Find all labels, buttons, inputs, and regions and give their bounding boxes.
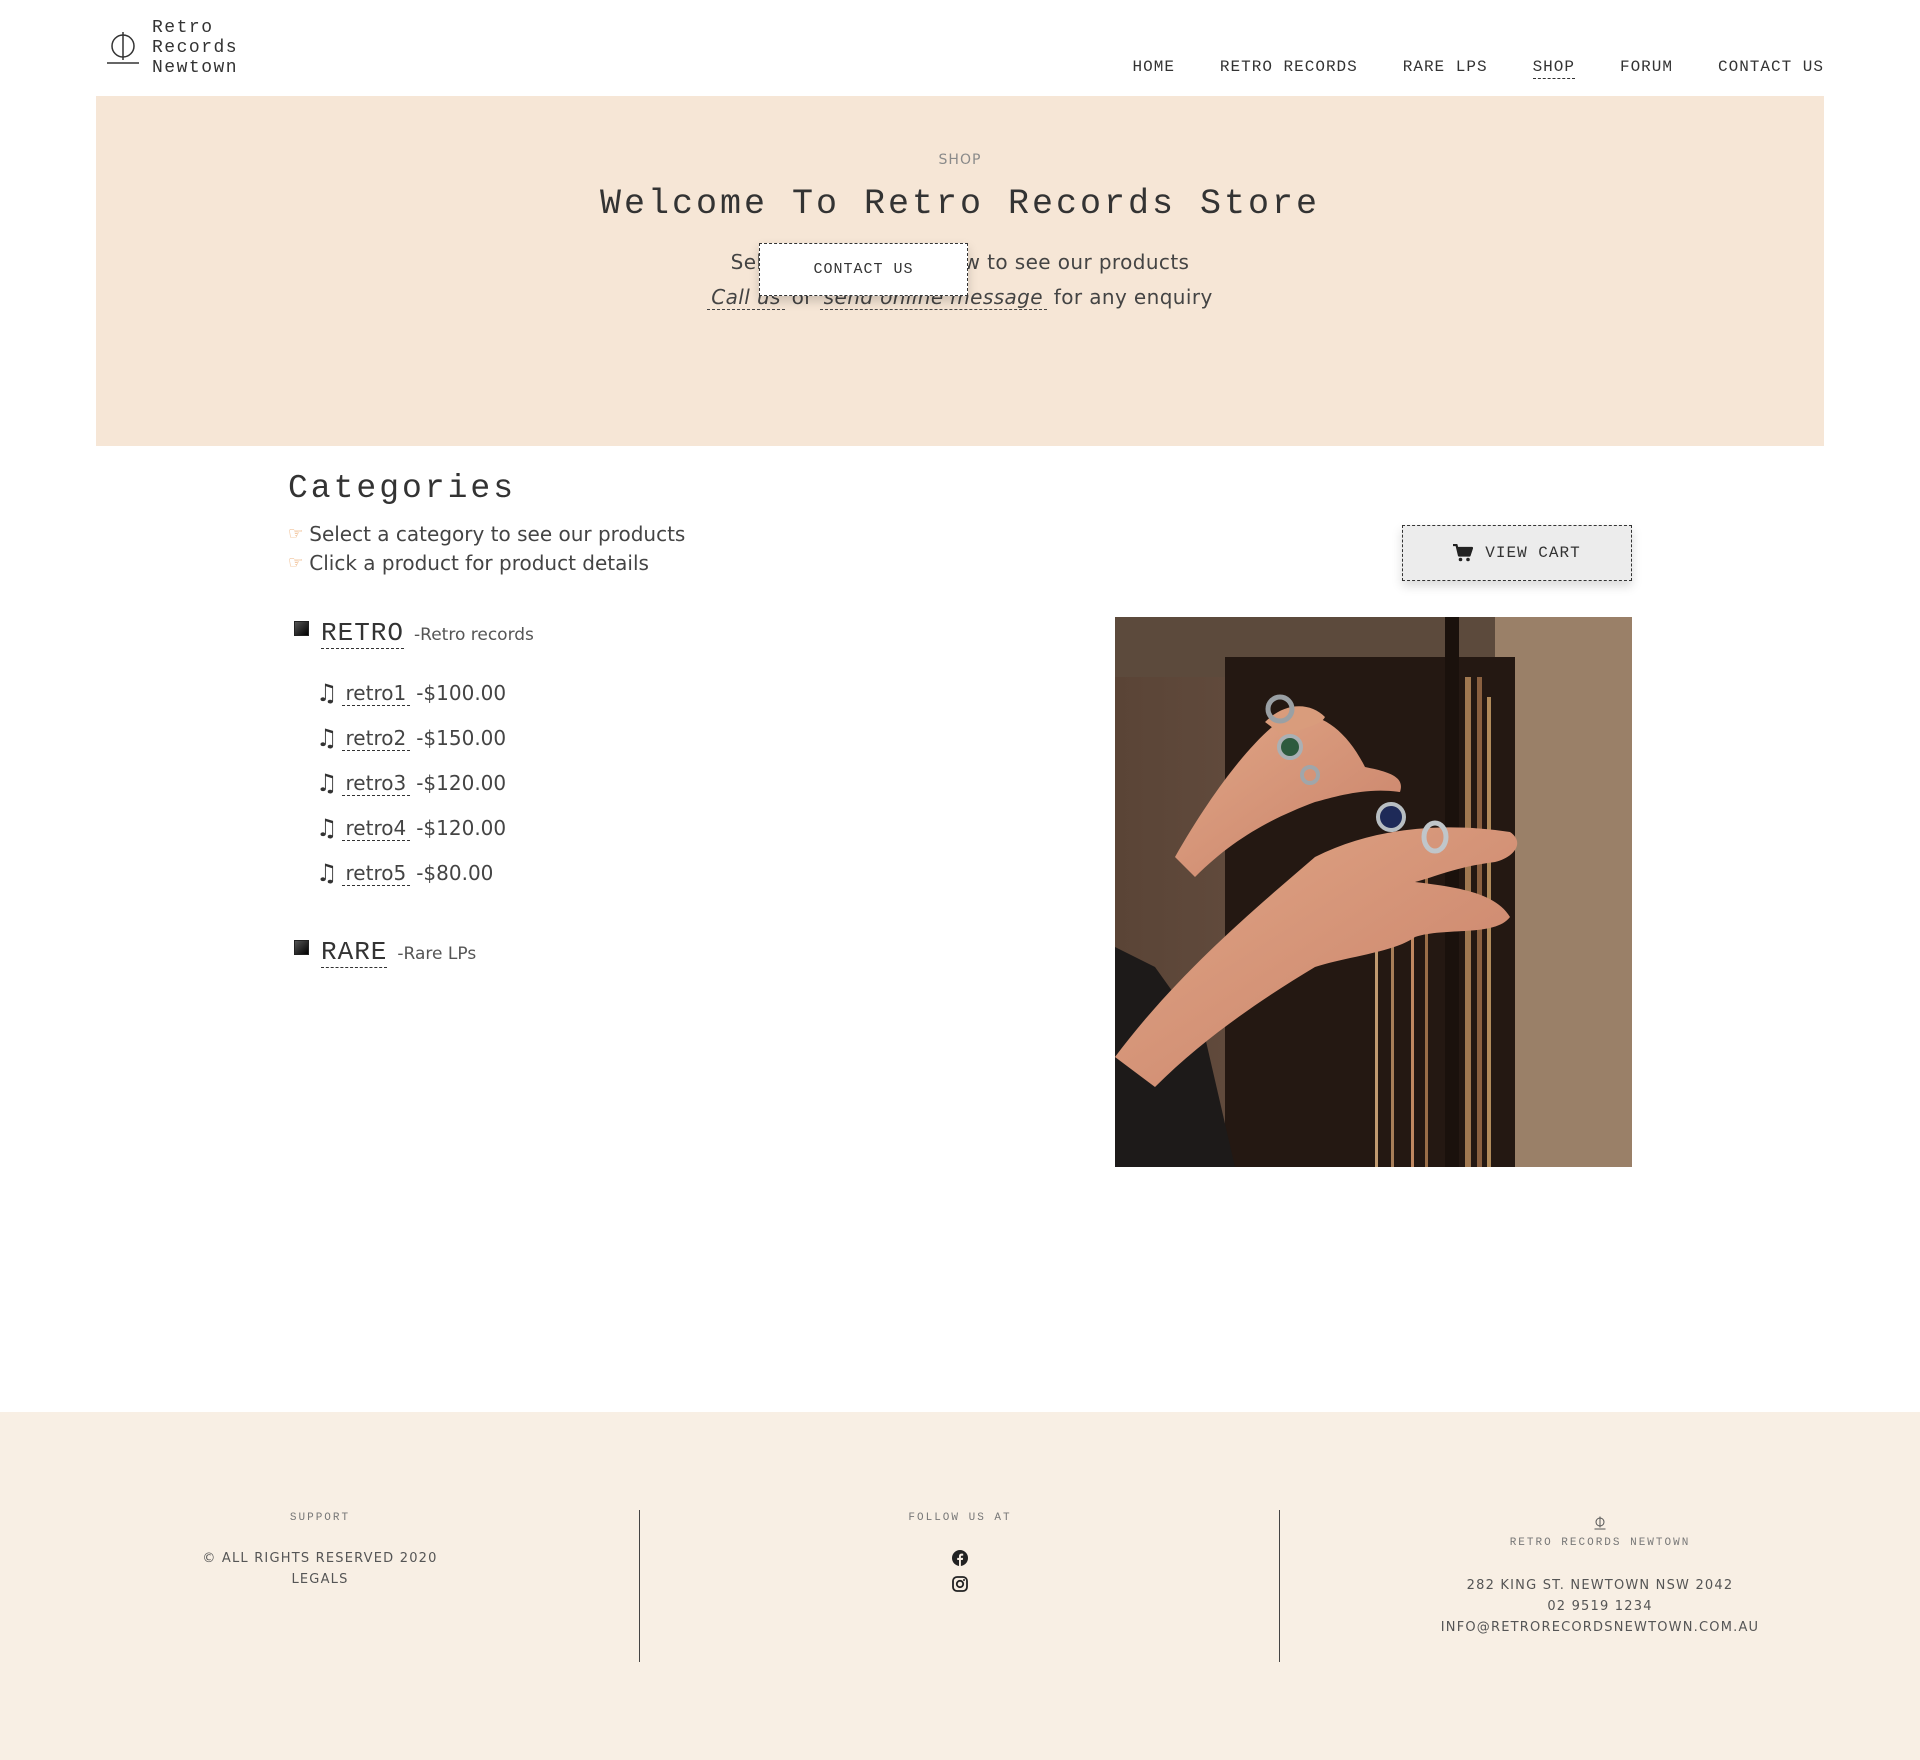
hint-products: ☞ Click a product for product details xyxy=(288,551,649,575)
category-bullet-icon xyxy=(294,621,309,636)
footer-email[interactable]: INFO@RETRORECORDSNEWTOWN.COM.AU xyxy=(1400,1617,1800,1638)
hint-text: Select a category to see our products xyxy=(309,522,686,546)
nav-shop[interactable]: SHOP xyxy=(1532,58,1575,79)
view-cart-button[interactable]: VIEW CART xyxy=(1402,525,1632,581)
logo-icon xyxy=(1594,1516,1606,1530)
footer-divider xyxy=(1279,1510,1280,1662)
footer-support-label: SUPPORT xyxy=(289,1512,351,1524)
music-note-icon: ♫ xyxy=(316,769,338,797)
footer-follow-label: FOLLOW US AT xyxy=(908,1512,1012,1524)
nav-forum[interactable]: FORUM xyxy=(1620,58,1673,79)
product-link[interactable]: retro4 xyxy=(341,816,411,841)
footer-brand-label: RETRO RECORDS NEWTOWN xyxy=(1509,1537,1691,1549)
product-link[interactable]: retro3 xyxy=(341,771,411,796)
categories-heading: Categories xyxy=(288,470,517,507)
footer-rights: © ALL RIGHTS RESERVED 2020 xyxy=(202,1551,438,1566)
footer-contact: RETRO RECORDS NEWTOWN 282 KING ST. NEWTO… xyxy=(1400,1516,1800,1638)
facebook-icon[interactable] xyxy=(952,1550,968,1566)
main-nav: HOME RETRO RECORDS RARE LPS SHOP FORUM C… xyxy=(1133,58,1824,79)
product-link[interactable]: retro5 xyxy=(341,861,411,886)
hands-browsing-records-image xyxy=(1115,617,1632,1167)
music-note-icon: ♫ xyxy=(316,724,338,752)
hero-eyebrow: SHOP xyxy=(938,152,982,168)
product-price: -$150.00 xyxy=(416,726,507,750)
music-note-icon: ♫ xyxy=(316,814,338,842)
product-price: -$100.00 xyxy=(416,681,507,705)
nav-retro-records[interactable]: RETRO RECORDS xyxy=(1220,58,1358,79)
page-title: Welcome To Retro Records Store xyxy=(599,184,1321,224)
footer-support: SUPPORT © ALL RIGHTS RESERVED 2020 LEGAL… xyxy=(120,1512,520,1590)
category-bullet-icon xyxy=(294,940,309,955)
nav-rare-lps[interactable]: RARE LPS xyxy=(1403,58,1488,79)
list-item: ♫ retro3 -$120.00 xyxy=(316,769,506,797)
enquiry-text: for any enquiry xyxy=(1053,285,1213,309)
product-link[interactable]: retro1 xyxy=(341,681,411,706)
product-link[interactable]: retro2 xyxy=(341,726,411,751)
footer-address: 282 KING ST. NEWTOWN NSW 2042 xyxy=(1466,1578,1734,1593)
hint-categories: ☞ Select a category to see our products xyxy=(288,522,685,546)
brand-name: Retro Records Newtown xyxy=(152,18,239,78)
nav-home[interactable]: HOME xyxy=(1133,58,1175,79)
nav-contact-us[interactable]: CONTACT US xyxy=(1718,58,1824,79)
category-rare: RARE -Rare LPs xyxy=(294,937,476,968)
instagram-icon[interactable] xyxy=(952,1576,968,1592)
list-item: ♫ retro4 -$120.00 xyxy=(316,814,506,842)
category-desc: -Rare LPs xyxy=(397,944,477,964)
product-price: -$80.00 xyxy=(416,861,494,885)
music-note-icon: ♫ xyxy=(316,679,338,707)
product-price: -$120.00 xyxy=(416,816,507,840)
site-logo[interactable]: Retro Records Newtown xyxy=(106,18,238,78)
pointing-hand-icon: ☞ xyxy=(288,553,304,573)
category-retro-link[interactable]: RETRO xyxy=(321,618,405,649)
product-price: -$120.00 xyxy=(416,771,507,795)
category-retro: RETRO -Retro records xyxy=(294,618,534,649)
list-item: ♫ retro2 -$150.00 xyxy=(316,724,506,752)
logo-icon xyxy=(107,32,139,64)
pointing-hand-icon: ☞ xyxy=(288,524,304,544)
footer-phone[interactable]: 02 9519 1234 xyxy=(1400,1596,1800,1617)
view-cart-label: VIEW CART xyxy=(1485,544,1581,562)
footer-legals-link[interactable]: LEGALS xyxy=(120,1569,520,1590)
site-footer: SUPPORT © ALL RIGHTS RESERVED 2020 LEGAL… xyxy=(0,1412,1920,1760)
hint-text: Click a product for product details xyxy=(309,551,649,575)
music-note-icon: ♫ xyxy=(316,859,338,887)
list-item: ♫ retro1 -$100.00 xyxy=(316,679,506,707)
category-rare-link[interactable]: RARE xyxy=(321,937,388,968)
category-desc: -Retro records xyxy=(414,625,534,645)
footer-follow: FOLLOW US AT xyxy=(760,1512,1160,1592)
list-item: ♫ retro5 -$80.00 xyxy=(316,859,493,887)
cart-icon xyxy=(1453,544,1474,562)
contact-us-button[interactable]: CONTACT US xyxy=(759,243,968,296)
footer-divider xyxy=(639,1510,640,1662)
